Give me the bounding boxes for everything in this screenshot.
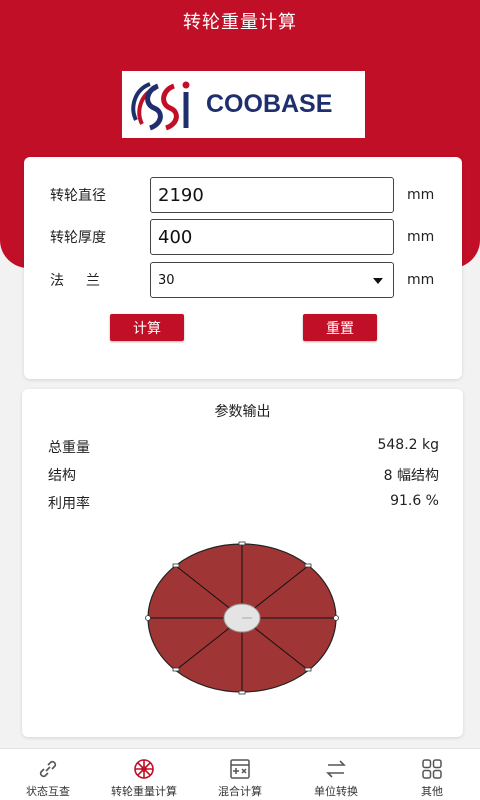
swap-arrows-icon [326,760,346,778]
tab-label: 其他 [421,785,443,798]
output-row-structure: 结构 8 幅结构 [48,465,439,487]
flange-row: 法兰 30 mm [24,262,462,298]
tab-label: 转轮重量计算 [111,785,177,798]
wheel-diagram [145,541,339,695]
output-value: 548.2 kg [377,437,439,453]
tab-status-check[interactable]: 状态互查 [0,749,96,800]
bottom-tab-bar: 状态互查 转轮重量计算 混合计算 单位转换 其他 [0,748,480,800]
output-title: 参数输出 [214,404,271,420]
link-icon [39,760,57,778]
flange-select[interactable]: 30 [150,262,394,298]
company-logo: COOBASE [122,71,365,138]
output-value: 8 幅结构 [383,468,439,484]
diameter-row: 转轮直径 mm [24,177,462,213]
grid-icon [422,759,442,779]
input-card: 转轮直径 mm 转轮厚度 mm 法兰 30 mm 计算 重置 [24,157,462,379]
calculator-icon [230,759,250,779]
dropdown-caret-icon [373,278,383,284]
thickness-unit: mm [407,229,435,245]
reset-button[interactable]: 重置 [303,314,377,341]
flange-unit: mm [407,272,435,288]
tab-label: 状态互查 [26,785,70,798]
calculate-button[interactable]: 计算 [110,314,184,341]
page-title: 转轮重量计算 [183,12,297,33]
output-card: 参数输出 总重量 548.2 kg 结构 8 幅结构 利用率 91.6 % [22,389,463,737]
coobase-logo-mark-icon [131,81,190,130]
tab-unit-convert[interactable]: 单位转换 [288,749,384,800]
diameter-unit: mm [407,187,435,203]
wheel-icon [134,759,154,779]
thickness-label: 转轮厚度 [50,230,106,246]
output-row-weight: 总重量 548.2 kg [48,437,439,459]
logo-text: COOBASE [206,90,333,118]
flange-selected-value: 30 [158,272,175,288]
output-key: 总重量 [48,440,90,456]
diameter-label: 转轮直径 [50,188,106,204]
diameter-input[interactable] [150,177,394,213]
tab-label: 混合计算 [218,785,262,798]
output-key: 结构 [48,468,76,484]
tab-mixed-calc[interactable]: 混合计算 [192,749,288,800]
output-value: 91.6 % [390,493,439,509]
tab-wheel-weight[interactable]: 转轮重量计算 [96,749,192,800]
output-key: 利用率 [48,496,90,512]
output-row-utilization: 利用率 91.6 % [48,493,439,515]
thickness-input[interactable] [150,219,394,255]
thickness-row: 转轮厚度 mm [24,219,462,255]
tab-other[interactable]: 其他 [384,749,480,800]
tab-label: 单位转换 [314,785,358,798]
flange-label: 法兰 [50,273,122,289]
